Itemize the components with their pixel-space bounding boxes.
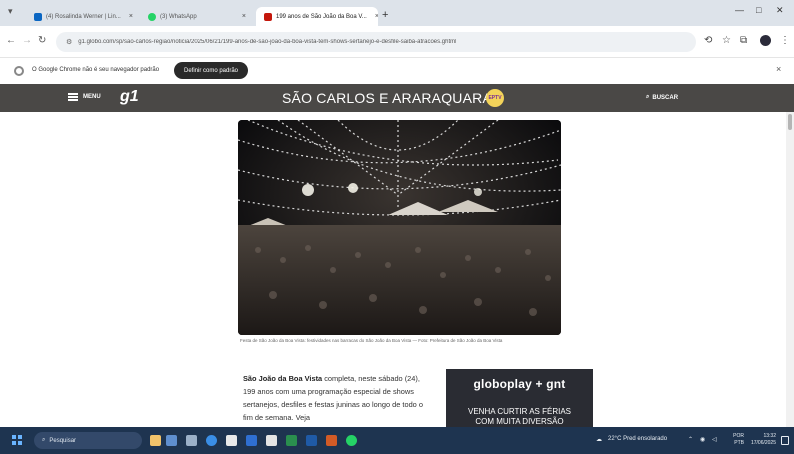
- powerpoint-icon[interactable]: [326, 435, 337, 446]
- browser-toolbar: ← → ↻ ⚙ g1.globo.com/sp/sao-carlos-regia…: [0, 26, 794, 58]
- address-bar[interactable]: ⚙ g1.globo.com/sp/sao-carlos-regiao/noti…: [56, 32, 696, 52]
- chrome-icon: [14, 66, 24, 76]
- keyboard-layout: PTB: [734, 440, 744, 446]
- notification-icon[interactable]: [781, 436, 789, 445]
- excel-icon[interactable]: [286, 435, 297, 446]
- tab-label: (4) Rosalinda Werner | Lin...: [46, 13, 121, 20]
- menu-label: MENU: [83, 94, 101, 100]
- menu-button[interactable]: MENU: [68, 93, 101, 101]
- clock-date: 17/06/2025: [750, 440, 776, 446]
- close-tab-icon[interactable]: ×: [129, 13, 133, 20]
- search-icon: ⌕: [42, 437, 46, 443]
- taskbar-search-label: Pesquisar: [49, 437, 77, 444]
- search-label: BUSCAR: [652, 94, 679, 101]
- whatsapp-taskbar-icon[interactable]: [346, 435, 357, 446]
- close-tab-icon[interactable]: ×: [242, 13, 246, 20]
- article-photo: [238, 120, 561, 335]
- language-indicator[interactable]: POR PTB: [726, 433, 744, 447]
- back-icon[interactable]: ←: [6, 35, 16, 46]
- photo-caption: Festa de São João da Boa Vista: festivid…: [240, 338, 503, 343]
- reload-icon[interactable]: ↻: [38, 35, 46, 46]
- system-clock[interactable]: 13:32 17/06/2025: [748, 433, 776, 447]
- hamburger-icon: [68, 93, 78, 101]
- tab-search-icon[interactable]: ▾: [8, 6, 13, 17]
- site-info-icon[interactable]: ⚙: [66, 38, 72, 46]
- search-icon: ⌕: [646, 94, 650, 100]
- close-infobar-icon[interactable]: ×: [776, 64, 781, 74]
- tab-linkedin[interactable]: (4) Rosalinda Werner | Lin... ×: [26, 7, 140, 26]
- close-window-icon[interactable]: ✕: [776, 5, 784, 16]
- article-lead-city-link[interactable]: São João da Boa Vista: [243, 374, 322, 383]
- linkedin-icon: [34, 12, 42, 21]
- extensions-icon[interactable]: ⧉: [740, 35, 747, 46]
- file-explorer-icon[interactable]: [166, 435, 177, 446]
- task-view-icon[interactable]: [186, 435, 197, 446]
- windows-start-icon[interactable]: [12, 435, 22, 445]
- weather-widget-icon[interactable]: [150, 435, 161, 446]
- forward-icon[interactable]: →: [22, 35, 32, 46]
- chrome-taskbar-icon[interactable]: [226, 435, 237, 446]
- tab-label: 199 anos de São João da Boa V...: [276, 13, 367, 20]
- article-body: São João da Boa Vista completa, neste sá…: [243, 372, 423, 424]
- weather-status[interactable]: 22°C Pred ensolarado: [608, 436, 667, 442]
- url-text: g1.globo.com/sp/sao-carlos-regiao/notici…: [78, 39, 457, 45]
- g1-favicon-icon: [264, 12, 272, 21]
- network-icon[interactable]: ◉: [700, 436, 705, 443]
- edge-icon[interactable]: [206, 435, 217, 446]
- tab-whatsapp[interactable]: (3) WhatsApp ×: [140, 7, 254, 26]
- clock-time: 13:32: [763, 433, 776, 439]
- infobar-message: O Google Chrome não é seu navegador padr…: [32, 67, 160, 73]
- word-icon[interactable]: [306, 435, 317, 446]
- search-button[interactable]: ⌕ BUSCAR: [646, 94, 678, 101]
- browser-tab-strip: ▾ (4) Rosalinda Werner | Lin... × (3) Wh…: [0, 0, 794, 26]
- ad-brand: globoplay + gnt: [473, 377, 566, 391]
- page-scrollbar[interactable]: [786, 112, 794, 427]
- bookmark-star-icon[interactable]: ☆: [722, 35, 731, 46]
- tab-g1-article[interactable]: 199 anos de São João da Boa V... ×: [256, 7, 378, 26]
- g1-logo[interactable]: g1: [120, 88, 139, 106]
- language-code: POR: [733, 433, 744, 439]
- ad-headline-line1: VENHA CURTIR AS FÉRIAS: [468, 407, 571, 416]
- set-default-button[interactable]: Definir como padrão: [174, 62, 248, 79]
- profile-avatar[interactable]: [760, 35, 771, 46]
- region-title[interactable]: SÃO CARLOS E ARARAQUARA: [282, 90, 492, 106]
- mail-icon[interactable]: [266, 435, 277, 446]
- maximize-icon[interactable]: □: [756, 5, 761, 15]
- weather-icon: ☁: [596, 437, 602, 443]
- eptv-badge[interactable]: EPTV: [486, 89, 504, 107]
- new-tab-icon[interactable]: +: [382, 9, 388, 21]
- volume-icon[interactable]: ◁: [712, 436, 717, 443]
- ad-headline-line2: COM MUITA DIVERSÃO: [475, 417, 564, 426]
- taskbar-search[interactable]: ⌕ Pesquisar: [34, 432, 142, 449]
- translate-icon[interactable]: ⟲: [704, 35, 712, 46]
- windows-taskbar: ⌕ Pesquisar ☁ 22°C Pred ensolarado ⌃ ◉ ◁…: [0, 427, 794, 454]
- store-icon[interactable]: [246, 435, 257, 446]
- whatsapp-icon: [148, 12, 156, 21]
- close-tab-icon[interactable]: ×: [375, 13, 378, 20]
- minimize-icon[interactable]: —: [735, 5, 744, 15]
- tab-label: (3) WhatsApp: [160, 13, 197, 20]
- scrollbar-thumb[interactable]: [788, 114, 792, 130]
- advertisement-banner[interactable]: globoplay + gnt VENHA CURTIR AS FÉRIAS C…: [446, 369, 593, 427]
- site-header: MENU g1 SÃO CARLOS E ARARAQUARA EPTV ⌕ B…: [0, 84, 794, 112]
- browser-menu-icon[interactable]: ⋮: [780, 35, 790, 46]
- default-browser-infobar: O Google Chrome não é seu navegador padr…: [0, 58, 794, 84]
- tray-chevron-icon[interactable]: ⌃: [688, 436, 693, 443]
